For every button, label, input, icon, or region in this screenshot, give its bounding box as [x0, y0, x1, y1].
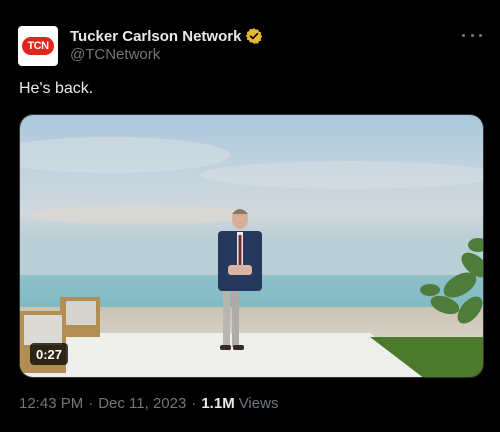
tcn-logo: TCN	[22, 37, 54, 55]
verified-badge-icon[interactable]	[245, 27, 263, 45]
avatar[interactable]: TCN	[18, 26, 58, 66]
author-handle[interactable]: @TCNetwork	[70, 46, 160, 63]
video-duration-badge: 0:27	[30, 343, 69, 365]
tweet-date[interactable]: Dec 11, 2023	[98, 395, 186, 412]
tweet-time[interactable]: 12:43 PM	[19, 395, 83, 412]
separator: ·	[191, 395, 197, 412]
more-options-icon[interactable]	[462, 30, 482, 40]
tweet-text: He's back.	[19, 80, 94, 97]
video-thumbnail	[20, 115, 483, 377]
display-name[interactable]: Tucker Carlson Network	[70, 28, 241, 45]
video-player[interactable]	[19, 114, 484, 378]
author-name-row: Tucker Carlson Network	[70, 26, 263, 46]
views-label: Views	[238, 395, 279, 412]
separator: ·	[88, 395, 94, 412]
views-count: 1.1M	[201, 395, 235, 412]
tweet-card: TCN Tucker Carlson Network @TCNetwork He…	[0, 0, 500, 432]
tweet-metadata: 12:43 PM · Dec 11, 2023 · 1.1M Views	[19, 395, 278, 412]
